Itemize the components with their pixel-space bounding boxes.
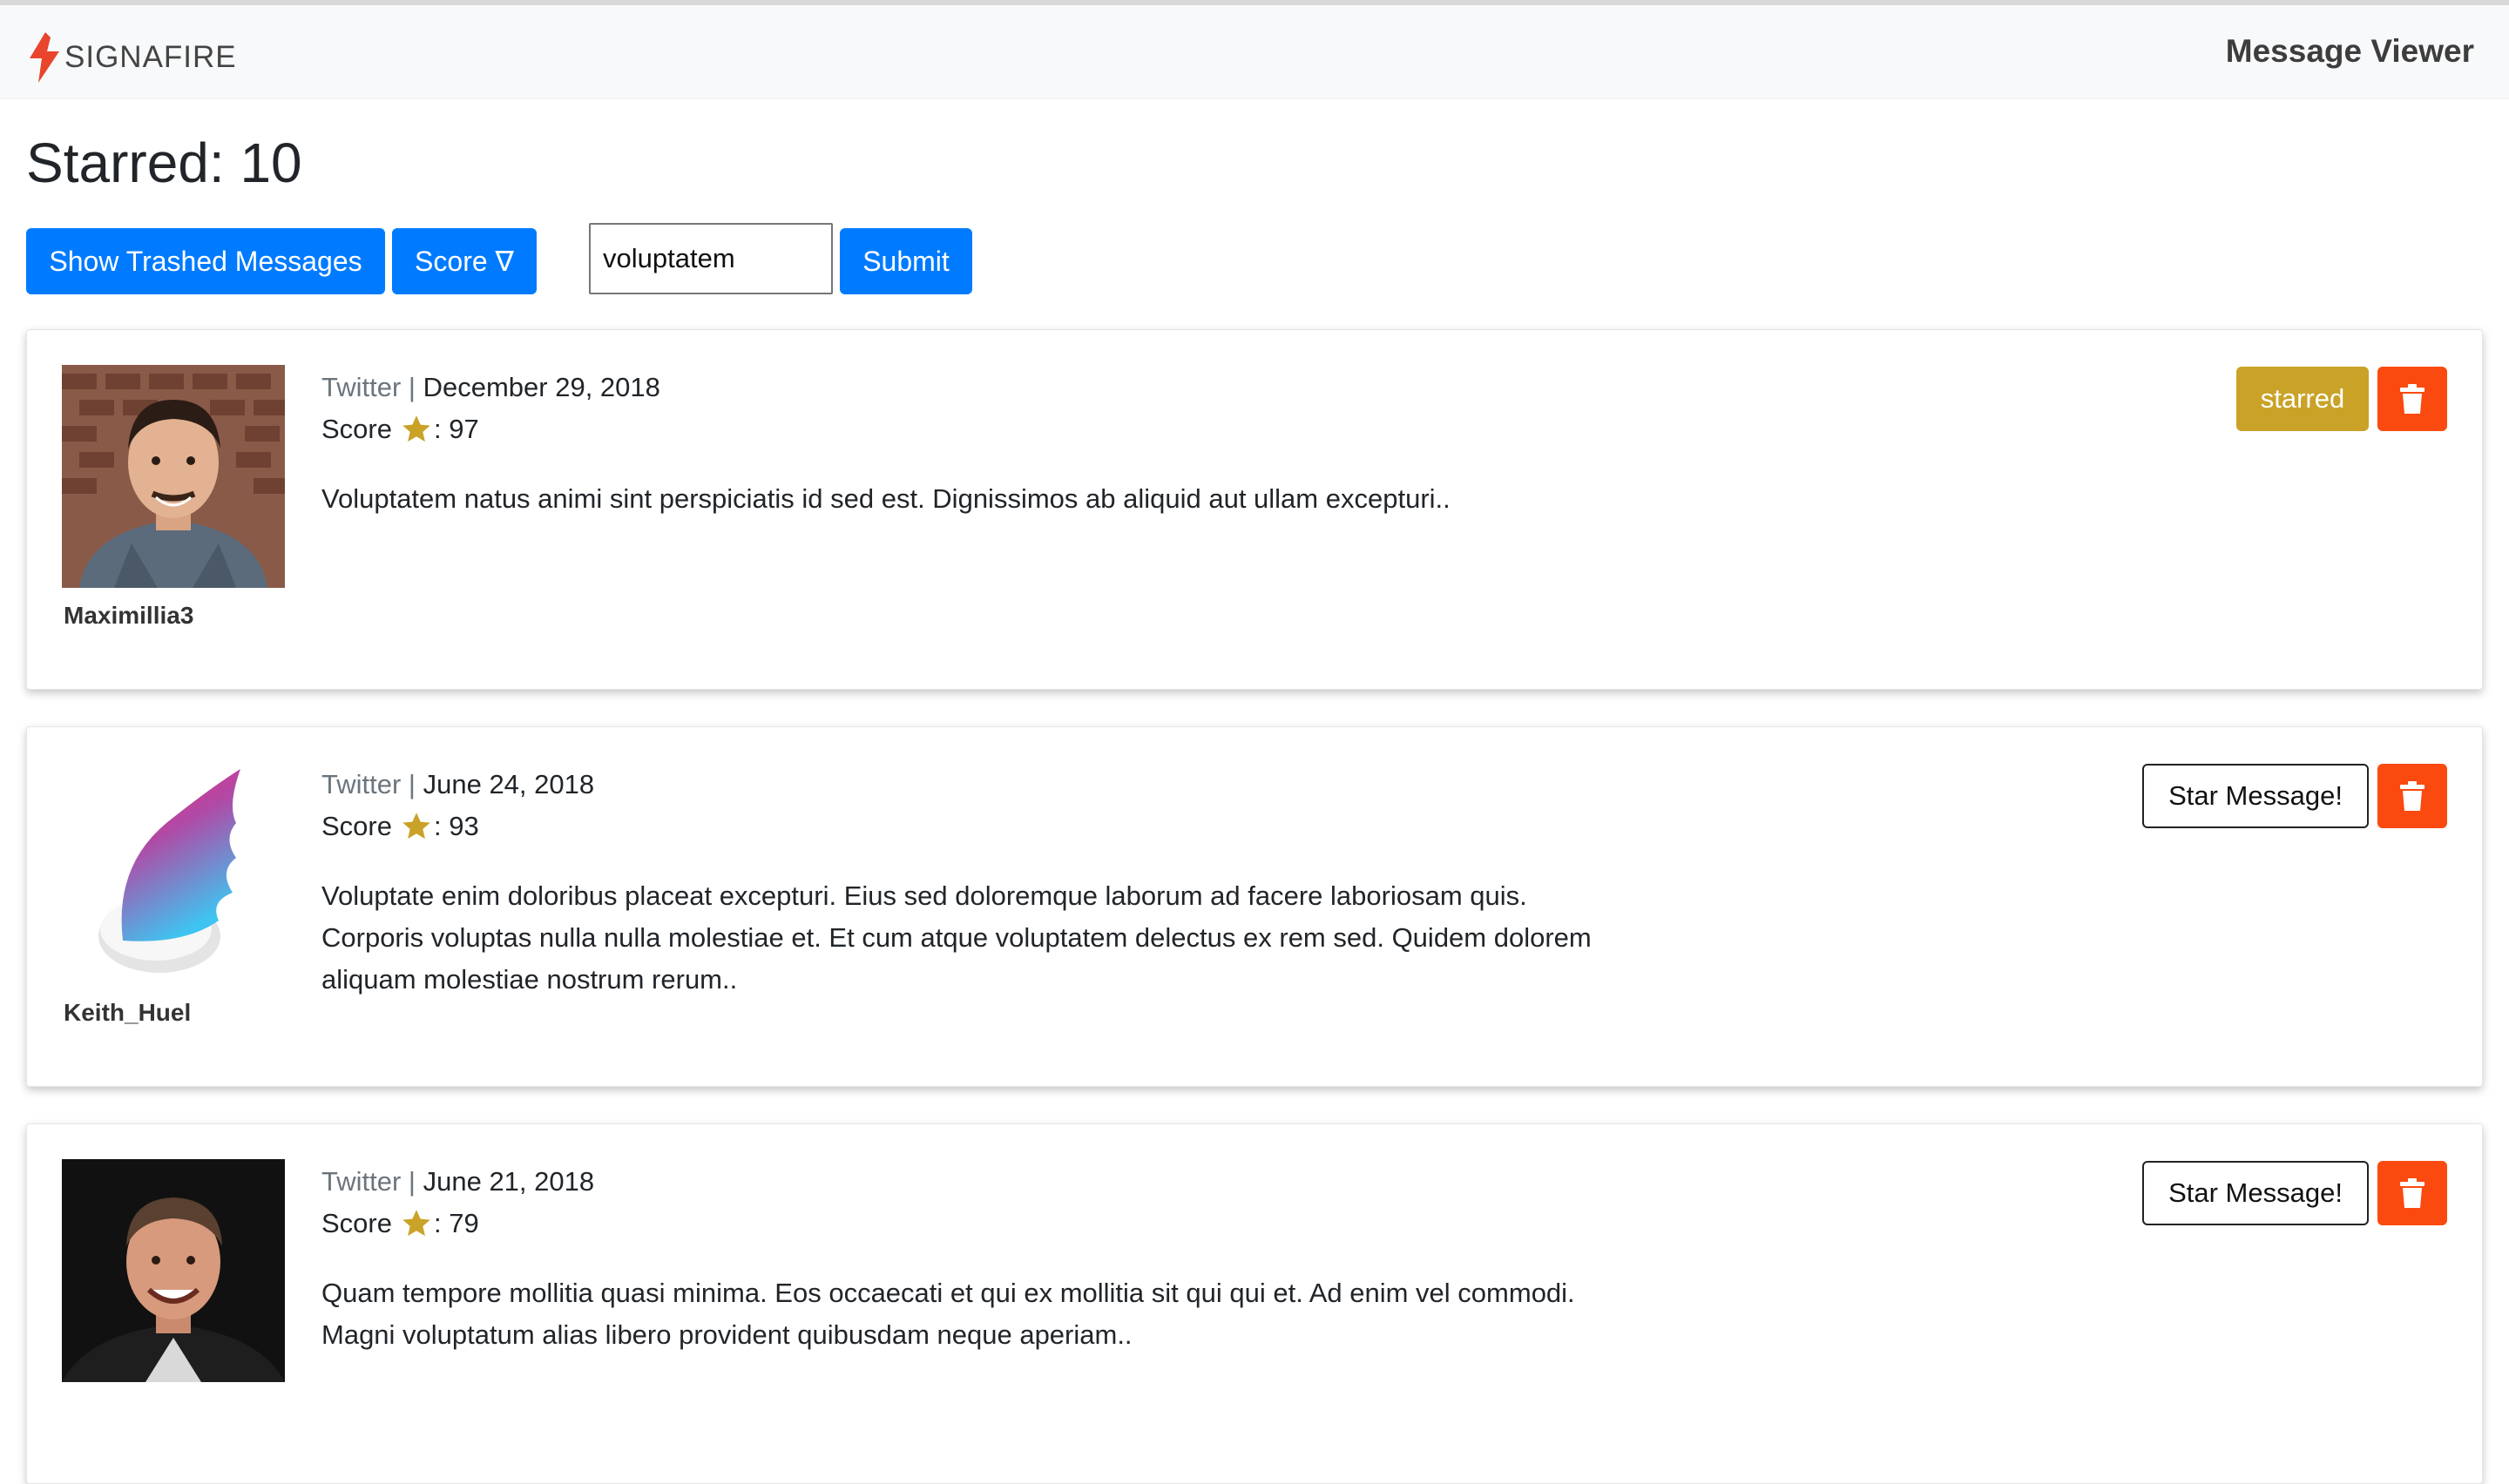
- username: Keith_Huel: [64, 999, 192, 1026]
- username: Maximillia3: [64, 602, 194, 629]
- message-text: Quam tempore mollitia quasi minima. Eos …: [321, 1278, 1575, 1350]
- submit-button[interactable]: Submit: [840, 228, 972, 294]
- message-card: Maximillia3 Twitter | December 29, 2018 …: [26, 329, 2483, 690]
- score-line: Score : 93: [321, 806, 479, 847]
- avatar: [98, 769, 240, 973]
- trash-button[interactable]: [2377, 764, 2447, 828]
- score-label: Score: [321, 1208, 392, 1238]
- source: Twitter: [321, 372, 402, 402]
- message-card: Keith_Huel Twitter | June 24, 2018 Score…: [26, 726, 2483, 1087]
- separator: |: [408, 372, 416, 402]
- star-message-button[interactable]: Star Message!: [2142, 764, 2369, 828]
- message-card: Twitter | June 21, 2018 Score : 79 Quam …: [26, 1123, 2483, 1484]
- page-title: Message Viewer: [2225, 33, 2474, 69]
- avatar: [62, 365, 285, 588]
- search-input[interactable]: [589, 223, 833, 294]
- trash-icon: [2400, 781, 2424, 811]
- score-label: Score: [321, 414, 392, 444]
- star-icon: [402, 1210, 430, 1237]
- date: June 21, 2018: [423, 1166, 595, 1197]
- brand[interactable]: SIGNAFIRE: [28, 30, 237, 85]
- score-label: Score: [321, 811, 392, 841]
- flame-logo-icon: [30, 32, 59, 83]
- message-meta: Twitter | June 21, 2018: [321, 1161, 594, 1203]
- message-meta: Twitter | December 29, 2018: [321, 367, 660, 408]
- separator: |: [408, 769, 416, 799]
- navbar: SIGNAFIRE Message Viewer: [0, 5, 2509, 99]
- score-value: : 97: [433, 414, 479, 444]
- date: June 24, 2018: [423, 769, 595, 799]
- brand-name: SIGNAFIRE: [64, 40, 237, 74]
- source: Twitter: [321, 769, 402, 799]
- starred-count-heading: Starred: 10: [26, 132, 302, 194]
- star-icon: [402, 813, 430, 840]
- trash-button[interactable]: [2377, 367, 2447, 431]
- score-line: Score : 79: [321, 1203, 479, 1245]
- source: Twitter: [321, 1166, 402, 1197]
- star-icon: [402, 415, 430, 442]
- sort-score-button[interactable]: Score ∇: [392, 228, 537, 294]
- date: December 29, 2018: [423, 372, 660, 402]
- star-message-button[interactable]: Star Message!: [2142, 1161, 2369, 1225]
- message-text: Voluptatem natus animi sint perspiciatis…: [321, 483, 1451, 514]
- show-trashed-button[interactable]: Show Trashed Messages: [26, 228, 385, 294]
- trash-button[interactable]: [2377, 1161, 2447, 1225]
- trash-icon: [2400, 384, 2424, 414]
- trash-icon: [2400, 1178, 2424, 1208]
- message-text: Voluptate enim doloribus placeat exceptu…: [321, 880, 1592, 995]
- score-value: : 93: [433, 811, 479, 841]
- separator: |: [408, 1166, 416, 1197]
- starred-button[interactable]: starred: [2236, 367, 2369, 431]
- avatar: [62, 1159, 285, 1382]
- score-line: Score : 97: [321, 408, 479, 450]
- score-value: : 79: [433, 1208, 479, 1238]
- message-meta: Twitter | June 24, 2018: [321, 764, 594, 806]
